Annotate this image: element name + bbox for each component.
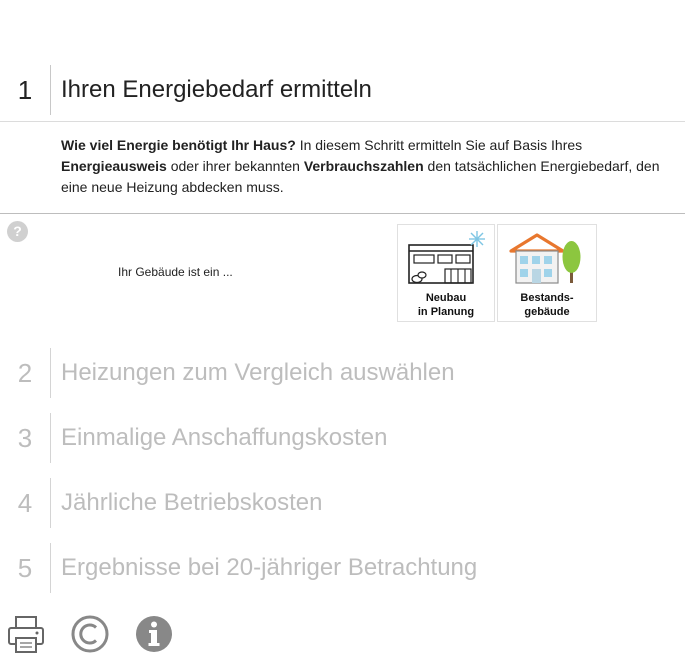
option-bestandsgebaeude[interactable]: Bestands- gebäude <box>497 224 597 322</box>
step-title: Jährliche Betriebskosten <box>61 489 323 516</box>
printer-icon[interactable] <box>6 614 46 654</box>
existing-house-icon <box>509 233 581 284</box>
step-divider <box>50 348 51 398</box>
step-4[interactable]: 4 Jährliche Betriebskosten <box>0 478 685 528</box>
step-number: 4 <box>17 488 33 518</box>
description-bold-verbrauch: Verbrauchszahlen <box>303 158 424 174</box>
divider-bottom <box>0 213 685 214</box>
divider-top <box>0 121 685 122</box>
step-2[interactable]: 2 Heizungen zum Vergleich auswählen <box>0 348 685 398</box>
step-description: Wie viel Energie benötigt Ihr Haus? In d… <box>61 137 660 195</box>
step-title: Ihren Energiebedarf ermitteln <box>61 76 372 103</box>
option-neubau-caption: Neubau in Planung <box>417 292 475 318</box>
step-number: 5 <box>17 553 33 583</box>
description-bold-question: Wie viel Energie benötigt Ihr Haus? <box>61 137 296 153</box>
building-type-label: Ihr Gebäude ist ein ... <box>118 265 233 279</box>
option-bestandsgebaeude-caption: Bestands- gebäude <box>520 292 574 318</box>
step-number: 3 <box>17 423 33 453</box>
step-title: Ergebnisse bei 20-jähriger Betrachtung <box>61 554 478 581</box>
info-icon[interactable] <box>134 614 174 654</box>
step-divider <box>50 65 51 115</box>
step-1[interactable]: 1 Ihren Energiebedarf ermitteln <box>0 65 685 115</box>
step-number: 2 <box>17 358 33 388</box>
step-number: 1 <box>17 75 33 105</box>
step-title: Einmalige Anschaffungskosten <box>61 424 388 451</box>
step-divider <box>50 478 51 528</box>
step-divider <box>50 413 51 463</box>
help-icon[interactable]: ? <box>7 221 28 242</box>
step-divider <box>50 543 51 593</box>
step-3[interactable]: 3 Einmalige Anschaffungskosten <box>0 413 685 463</box>
description-bold-energieausweis: Energieausweis <box>61 158 167 174</box>
option-neubau[interactable]: Neubau in Planung <box>397 224 495 322</box>
new-building-icon <box>408 231 485 284</box>
step-5[interactable]: 5 Ergebnisse bei 20-jähriger Betrachtung <box>0 543 685 593</box>
step-title: Heizungen zum Vergleich auswählen <box>61 359 455 386</box>
copyright-icon[interactable] <box>70 614 110 654</box>
